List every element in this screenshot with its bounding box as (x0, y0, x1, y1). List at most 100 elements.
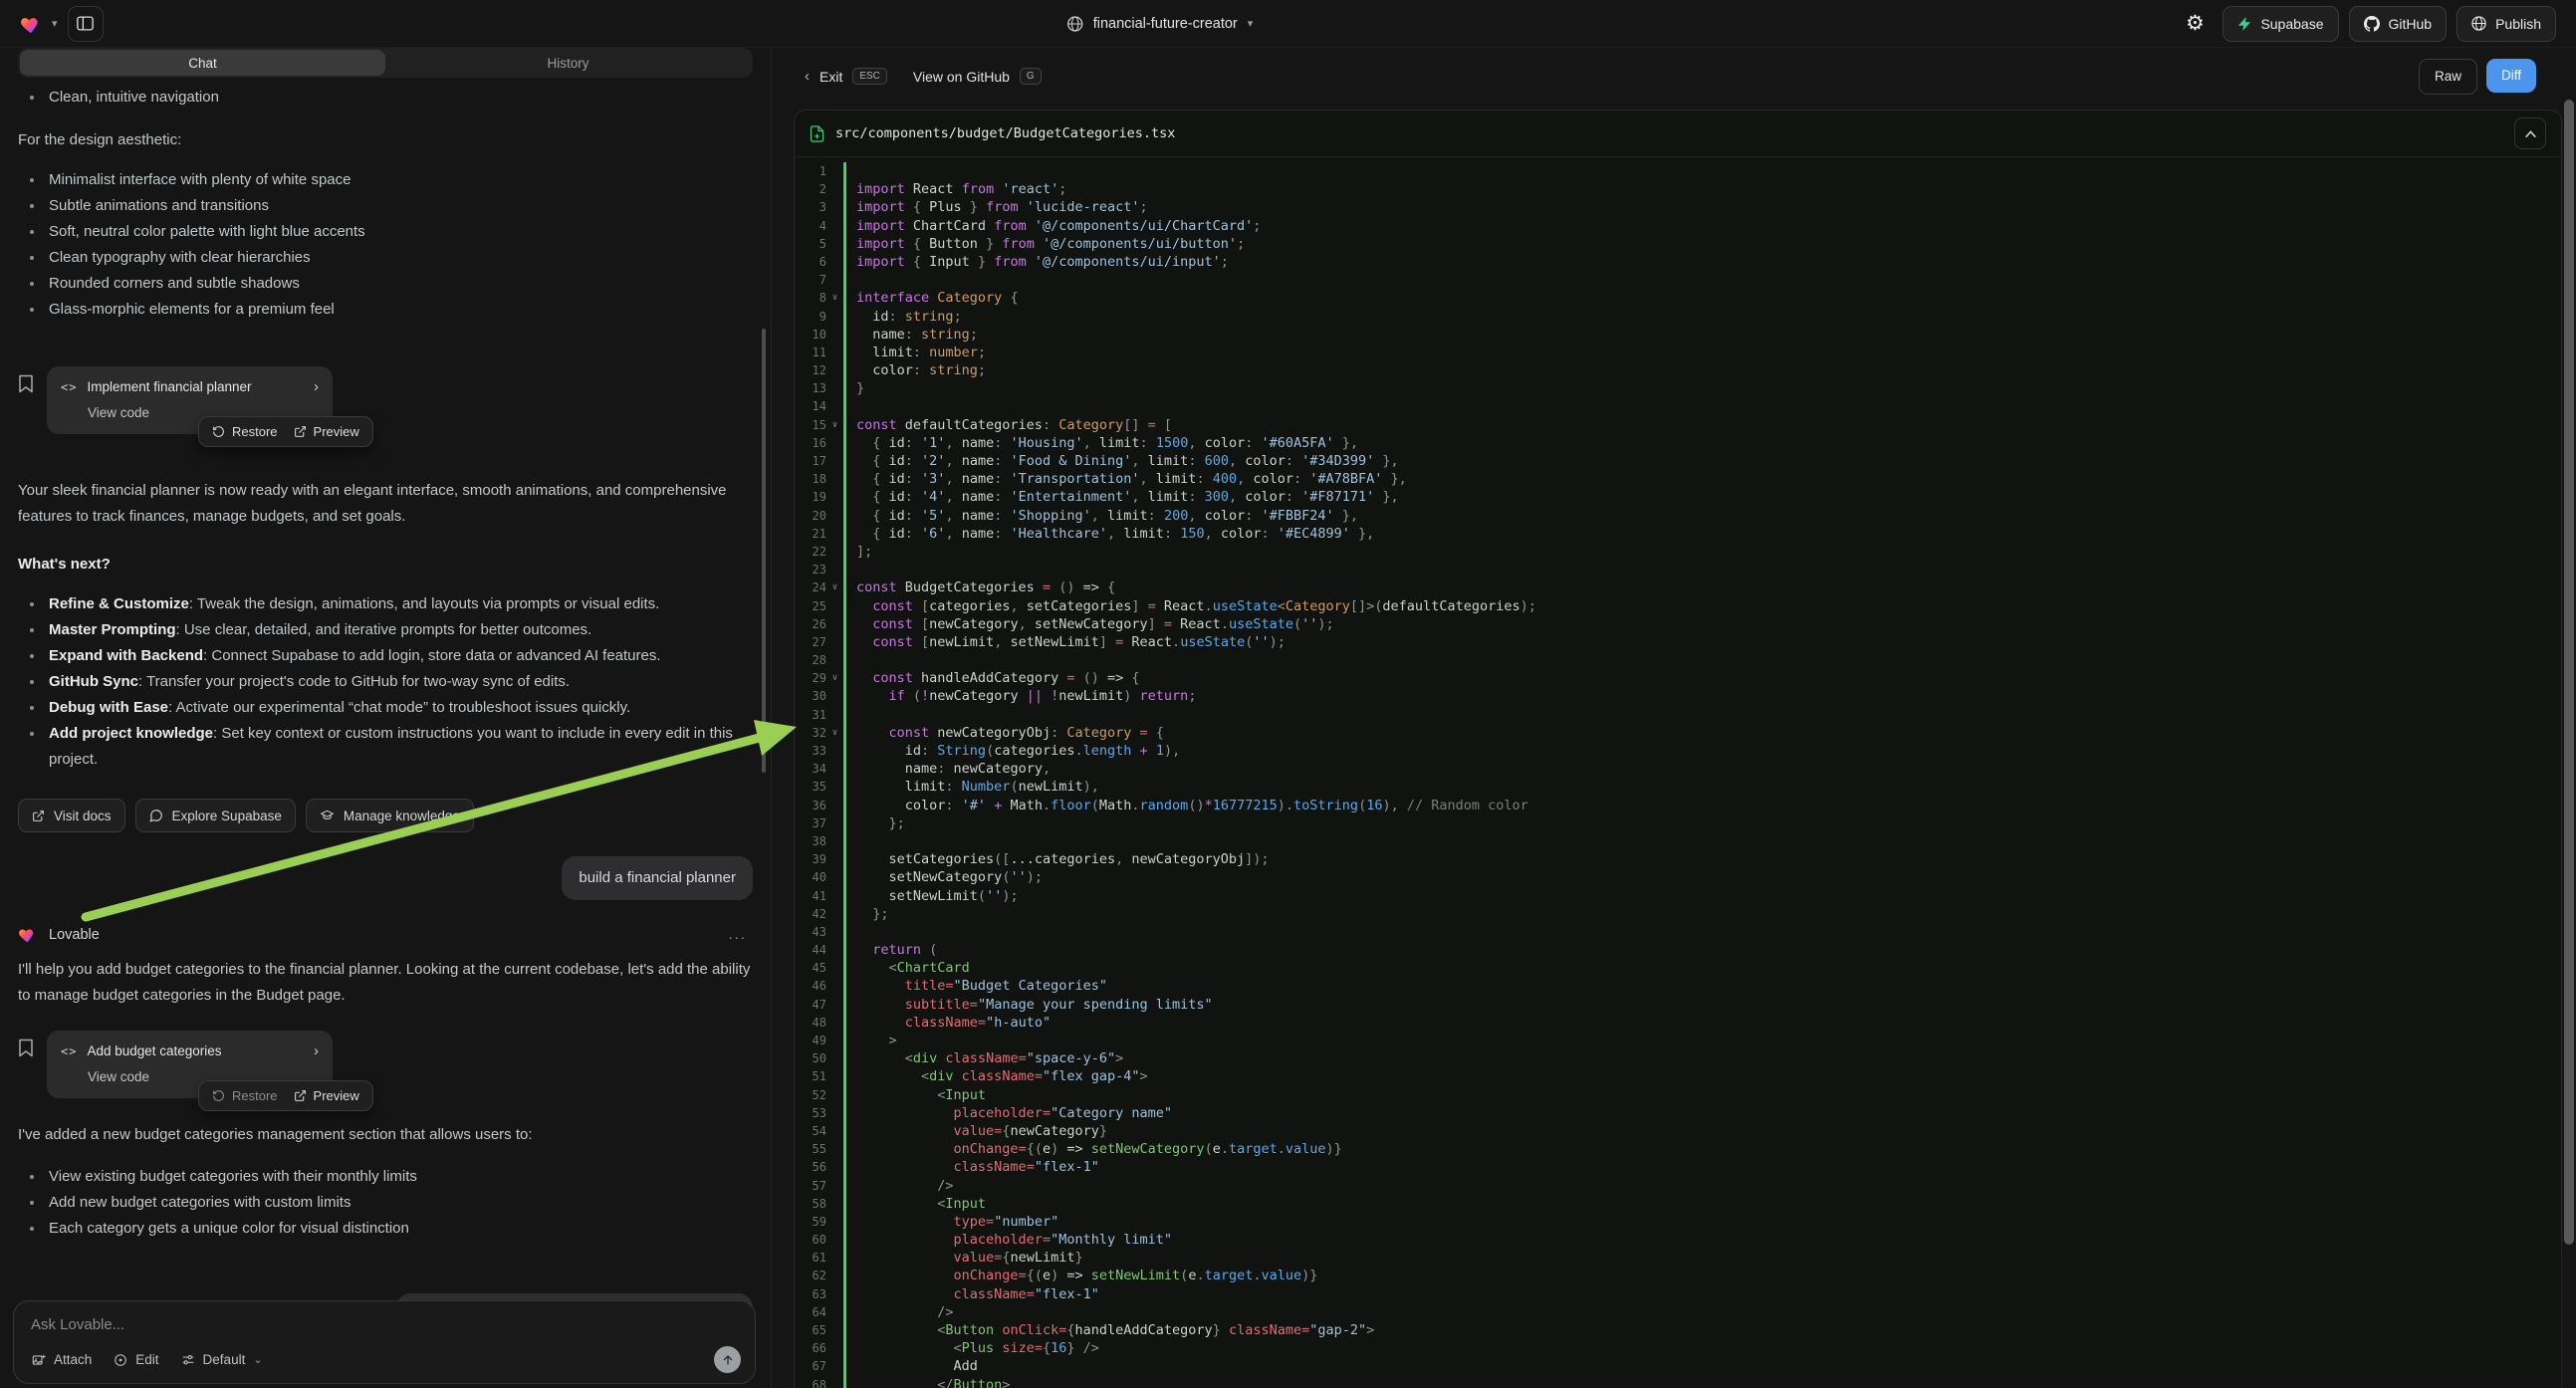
diff-button[interactable]: Diff (2486, 59, 2536, 93)
code-line: 24∨const BudgetCategories = () => { (795, 578, 2561, 596)
sidebar-toggle-button[interactable] (68, 6, 104, 42)
manage-knowledge-button[interactable]: Manage knowledge (306, 799, 474, 832)
preview-button[interactable]: Preview (294, 424, 359, 439)
tab-history[interactable]: History (385, 50, 751, 76)
code-line: 25 const [categories, setCategories] = R… (795, 597, 2561, 615)
code-scrollbar[interactable] (2564, 100, 2574, 1245)
lovable-heart-icon (18, 926, 37, 943)
code-line: 64 /> (795, 1303, 2561, 1321)
code-line: 26 const [newCategory, setNewCategory] =… (795, 615, 2561, 633)
code-line: 57 /> (795, 1177, 2561, 1195)
attach-button[interactable]: Attach (31, 1352, 92, 1367)
message-menu-button[interactable]: ... (728, 926, 747, 943)
version-card-2: <> Add budget categories › View code Res… (18, 1031, 753, 1098)
restore-button[interactable]: Restore (212, 1088, 278, 1103)
publish-button[interactable]: Publish (2457, 6, 2556, 42)
code-line: 36 color: '#' + Math.floor(Math.random()… (795, 797, 2561, 814)
raw-button[interactable]: Raw (2419, 59, 2477, 95)
edit-button[interactable]: Edit (114, 1352, 158, 1367)
file-path: src/components/budget/BudgetCategories.t… (835, 125, 1175, 141)
chat-input[interactable]: Ask Lovable... Attach Edit Default ⌄ (13, 1300, 756, 1384)
code-line: 27 const [newLimit, setNewLimit] = React… (795, 633, 2561, 651)
code-line: 1 (795, 162, 2561, 180)
file-header[interactable]: src/components/budget/BudgetCategories.t… (795, 111, 2561, 157)
code-line: 22]; (795, 543, 2561, 561)
whats-next-heading: What's next? (18, 552, 753, 578)
assistant-header: Lovable ... (18, 926, 753, 943)
help-paragraph: I'll help you add budget categories to t… (18, 957, 753, 1009)
restore-button[interactable]: Restore (212, 424, 278, 439)
lovable-logo-icon[interactable] (20, 14, 42, 34)
gear-icon: ⚙ (2186, 13, 2205, 34)
added-bullet-list: View existing budget categories with the… (18, 1164, 753, 1242)
code-line: 15∨const defaultCategories: Category[] =… (795, 416, 2561, 434)
version-card-1: <> Implement financial planner › View co… (18, 366, 753, 434)
preview-button[interactable]: Preview (294, 1088, 359, 1103)
project-name: financial-future-creator (1093, 16, 1238, 32)
code-icon: <> (61, 1044, 77, 1058)
project-switcher[interactable]: financial-future-creator ▾ (1067, 16, 1254, 32)
explore-supabase-button[interactable]: Explore Supabase (135, 799, 296, 832)
code-line: 5import { Button } from '@/components/ui… (795, 235, 2561, 253)
list-item: Soft, neutral color palette with light b… (18, 219, 753, 245)
chevron-right-icon: › (314, 378, 319, 395)
mode-chevron-down-icon: ⌄ (253, 1353, 262, 1366)
partial-bullet-list: Clean, intuitive navigation (18, 85, 753, 111)
user-message-bubble: build a financial planner (562, 856, 753, 900)
chevron-up-icon (2525, 130, 2536, 137)
bookmark-icon[interactable] (18, 366, 34, 434)
code-viewer[interactable]: 12import React from 'react';3import { Pl… (795, 157, 2561, 1388)
list-item: Minimalist interface with plenty of whit… (18, 167, 753, 193)
code-line: 59 type="number" (795, 1213, 2561, 1231)
assistant-name: Lovable (49, 927, 100, 943)
logo-chevron-down-icon[interactable]: ▾ (52, 17, 58, 30)
code-line: 47 subtitle="Manage your spending limits… (795, 996, 2561, 1014)
mode-select[interactable]: Default ⌄ (181, 1352, 263, 1367)
bookmark-icon[interactable] (18, 1031, 34, 1098)
code-line: 50 <div className="space-y-6"> (795, 1049, 2561, 1067)
external-link-icon (294, 1089, 307, 1102)
chat-scrollbar[interactable] (762, 329, 766, 773)
code-line: 18 { id: '3', name: 'Transportation', li… (795, 470, 2561, 488)
code-line: 16 { id: '1', name: 'Housing', limit: 15… (795, 434, 2561, 452)
sliders-icon (181, 1353, 195, 1367)
code-line: 7 (795, 271, 2561, 289)
code-line: 19 { id: '4', name: 'Entertainment', lim… (795, 488, 2561, 506)
list-item: Subtle animations and transitions (18, 193, 753, 219)
exit-button[interactable]: ‹ Exit ESC (805, 68, 887, 85)
code-line: 13} (795, 379, 2561, 397)
code-line: 66 <Plus size={16} /> (795, 1339, 2561, 1357)
supabase-button[interactable]: Supabase (2223, 6, 2338, 42)
list-item: Debug with Ease: Activate our experiment… (18, 695, 753, 721)
target-icon (114, 1353, 127, 1367)
code-line: 14 (795, 397, 2561, 415)
design-aesthetic-heading: For the design aesthetic: (18, 127, 753, 153)
restore-icon (212, 425, 225, 438)
send-button[interactable] (714, 1346, 741, 1373)
publish-globe-icon (2471, 16, 2486, 31)
added-paragraph: I've added a new budget categories manag… (18, 1122, 753, 1148)
arrow-up-icon (722, 1354, 734, 1366)
code-line: 51 <div className="flex gap-4"> (795, 1067, 2561, 1085)
version-title: Add budget categories (87, 1043, 221, 1058)
collapse-file-button[interactable] (2514, 117, 2546, 149)
view-on-github-button[interactable]: View on GitHub G (913, 68, 1042, 85)
list-item: View existing budget categories with the… (18, 1164, 753, 1190)
settings-button[interactable]: ⚙ (2177, 7, 2213, 41)
quick-actions-row: Visit docs Explore Supabase Manage knowl… (18, 799, 753, 832)
code-line: 49 > (795, 1032, 2561, 1049)
external-link-icon (294, 425, 307, 438)
list-item: GitHub Sync: Transfer your project's cod… (18, 669, 753, 695)
list-item: Add new budget categories with custom li… (18, 1190, 753, 1216)
visit-docs-button[interactable]: Visit docs (18, 799, 125, 832)
list-item: Master Prompting: Use clear, detailed, a… (18, 617, 753, 643)
code-line: 54 value={newCategory} (795, 1122, 2561, 1140)
code-line: 60 placeholder="Monthly limit" (795, 1231, 2561, 1249)
chevron-right-icon: › (314, 1042, 319, 1059)
code-line: 37 }; (795, 814, 2561, 832)
github-button[interactable]: GitHub (2349, 6, 2448, 42)
code-line: 40 setNewCategory(''); (795, 868, 2561, 886)
list-item: Expand with Backend: Connect Supabase to… (18, 643, 753, 669)
tab-chat[interactable]: Chat (20, 50, 385, 76)
code-line: 46 title="Budget Categories" (795, 977, 2561, 995)
